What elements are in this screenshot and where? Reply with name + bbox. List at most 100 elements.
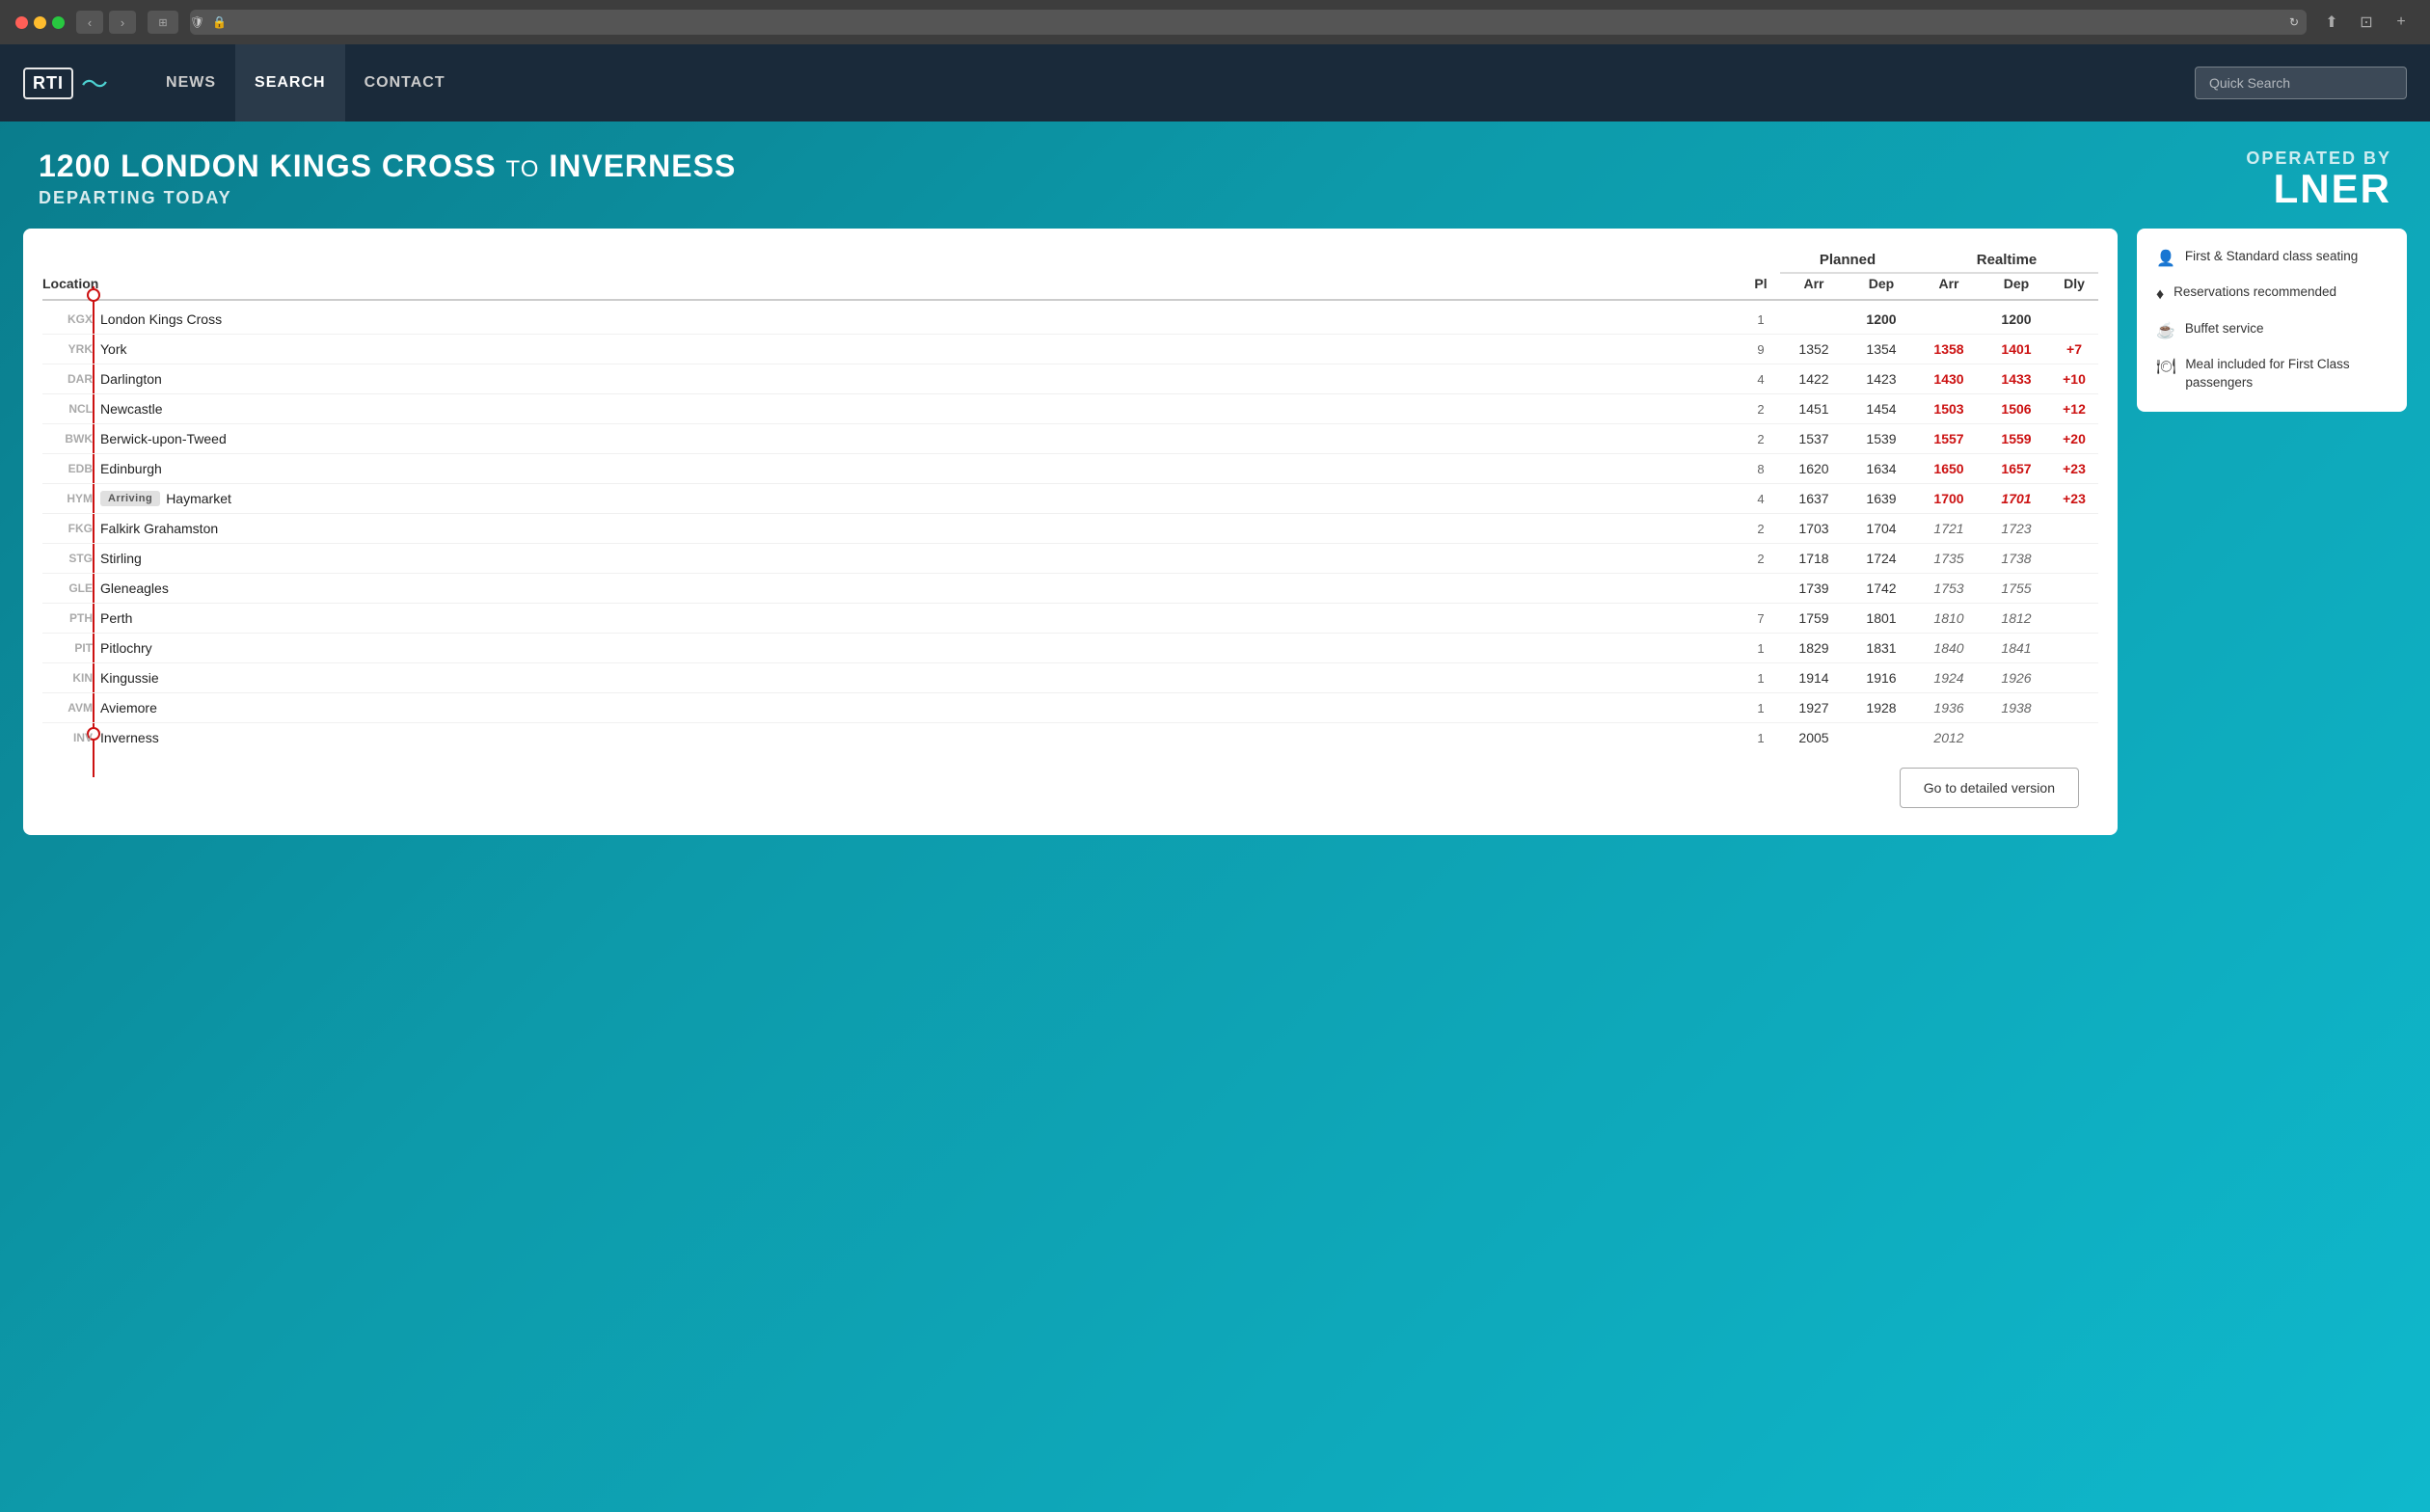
nav-search[interactable]: SEARCH	[235, 44, 345, 122]
train-heading: 1200 LONDON KINGS CROSS TO INVERNESS	[39, 148, 736, 184]
realtime-arr: 1924	[1915, 670, 1983, 686]
station-code: KIN	[42, 671, 100, 685]
station-name: Newcastle	[100, 401, 163, 417]
logo: RTI 〜	[23, 64, 108, 102]
info-panel: 👤 First & Standard class seating ♦ Reser…	[2137, 229, 2407, 412]
realtime-header: Realtime	[1915, 252, 2098, 274]
more-button[interactable]: +	[2388, 11, 2415, 34]
station-code: PIT	[42, 641, 100, 655]
back-button[interactable]: ‹	[76, 11, 103, 34]
planned-dep: 1454	[1848, 401, 1915, 417]
col-dep-planned-header: Dep	[1848, 276, 1915, 291]
table-row: EDB Edinburgh 8 1620 1634 1650 1657 +23	[42, 454, 2098, 484]
info-icon: 👤	[2156, 249, 2175, 270]
station-name-container: Aviemore	[100, 700, 1742, 716]
fullscreen-button[interactable]: ⊡	[2353, 11, 2380, 34]
realtime-arr: 1840	[1915, 640, 1983, 656]
table-row: DAR Darlington 4 1422 1423 1430 1433 +10	[42, 364, 2098, 394]
realtime-arr: 1358	[1915, 341, 1983, 357]
station-name: Perth	[100, 610, 132, 626]
quick-search-input[interactable]	[2195, 67, 2407, 99]
platform-number: 8	[1742, 462, 1780, 476]
forward-button[interactable]: ›	[109, 11, 136, 34]
operator-info: OPERATED BY LNER	[2246, 148, 2391, 209]
platform-number: 2	[1742, 522, 1780, 536]
station-code: GLE	[42, 581, 100, 595]
station-code: FKG	[42, 522, 100, 535]
station-name-container: Perth	[100, 610, 1742, 626]
planned-arr: 1759	[1780, 610, 1848, 626]
realtime-dep: 1506	[1983, 401, 2050, 417]
col-dep-rt-header: Dep	[1983, 276, 2050, 291]
table-row: STG Stirling 2 1718 1724 1735 1738	[42, 544, 2098, 574]
planned-dep: 1724	[1848, 551, 1915, 566]
station-name-container: Falkirk Grahamston	[100, 521, 1742, 536]
maximize-button[interactable]	[52, 16, 65, 29]
planned-dep: 1928	[1848, 700, 1915, 716]
planned-arr: 1422	[1780, 371, 1848, 387]
realtime-arr: 1503	[1915, 401, 1983, 417]
traffic-lights	[15, 16, 65, 29]
info-item: 👤 First & Standard class seating	[2156, 248, 2388, 270]
train-rows-container: KGX London Kings Cross 1 1200 1200 YRK Y…	[42, 305, 2098, 752]
station-name-container: Newcastle	[100, 401, 1742, 417]
table-row: GLE Gleneagles 1739 1742 1753 1755	[42, 574, 2098, 604]
realtime-dep: 1938	[1983, 700, 2050, 716]
planned-dep: 1423	[1848, 371, 1915, 387]
logo-icon: 〜	[81, 64, 108, 102]
share-button[interactable]: ⬆	[2318, 11, 2345, 34]
planned-dep: 1200	[1848, 311, 1915, 327]
planned-arr: 2005	[1780, 730, 1848, 745]
operator-name: LNER	[2246, 169, 2391, 209]
platform-number: 1	[1742, 312, 1780, 327]
sub-headers: Location Pl Arr Dep Arr Dep Dly	[42, 276, 2098, 301]
realtime-arr: 1650	[1915, 461, 1983, 476]
table-row: PTH Perth 7 1759 1801 1810 1812	[42, 604, 2098, 634]
realtime-dep: 1559	[1983, 431, 2050, 446]
browser-chrome: ‹ › ⊞ 🛡 🔒 ↻ ⬆ ⊡ +	[0, 0, 2430, 44]
planned-dep: 1831	[1848, 640, 1915, 656]
col-pl-header: Pl	[1742, 276, 1780, 291]
quick-search-container	[2195, 67, 2407, 99]
station-name: Edinburgh	[100, 461, 162, 476]
platform-number: 2	[1742, 432, 1780, 446]
station-name: Darlington	[100, 371, 162, 387]
table-row: NCL Newcastle 2 1451 1454 1503 1506 +12	[42, 394, 2098, 424]
planned-dep: 1704	[1848, 521, 1915, 536]
table-row: AVM Aviemore 1 1927 1928 1936 1938	[42, 693, 2098, 723]
station-name: Inverness	[100, 730, 159, 745]
reload-icon[interactable]: ↻	[2289, 15, 2299, 29]
train-card: Planned Realtime Location Pl Arr Dep Arr…	[23, 229, 2118, 835]
detailed-version-button[interactable]: Go to detailed version	[1900, 768, 2079, 808]
table-row: YRK York 9 1352 1354 1358 1401 +7	[42, 335, 2098, 364]
station-code: PTH	[42, 611, 100, 625]
close-button[interactable]	[15, 16, 28, 29]
info-item: 🍽 Meal included for First Class passenge…	[2156, 356, 2388, 392]
timeline-dot-start	[87, 288, 100, 302]
nav-contact[interactable]: CONTACT	[345, 44, 465, 122]
realtime-arr: 1430	[1915, 371, 1983, 387]
station-code: AVM	[42, 701, 100, 715]
table-row: KIN Kingussie 1 1914 1916 1924 1926	[42, 663, 2098, 693]
station-name-container: Edinburgh	[100, 461, 1742, 476]
minimize-button[interactable]	[34, 16, 46, 29]
status-badge: Arriving	[100, 491, 160, 506]
tab-button[interactable]: ⊞	[148, 11, 178, 34]
platform-number: 7	[1742, 611, 1780, 626]
station-name-container: Darlington	[100, 371, 1742, 387]
lock-icon: 🔒	[212, 15, 227, 29]
delay: +20	[2050, 431, 2098, 446]
realtime-arr: 1936	[1915, 700, 1983, 716]
nav-news[interactable]: NEWS	[147, 44, 235, 122]
col-arr-planned-header: Arr	[1780, 276, 1848, 291]
realtime-dep: 1755	[1983, 580, 2050, 596]
platform-number: 1	[1742, 731, 1780, 745]
realtime-arr: 1810	[1915, 610, 1983, 626]
realtime-arr: 1735	[1915, 551, 1983, 566]
info-item: ☕ Buffet service	[2156, 320, 2388, 342]
planned-arr: 1739	[1780, 580, 1848, 596]
planned-header: Planned	[1780, 252, 1915, 274]
station-name: Berwick-upon-Tweed	[100, 431, 227, 446]
main-content: Planned Realtime Location Pl Arr Dep Arr…	[0, 229, 2430, 858]
station-name: Falkirk Grahamston	[100, 521, 218, 536]
